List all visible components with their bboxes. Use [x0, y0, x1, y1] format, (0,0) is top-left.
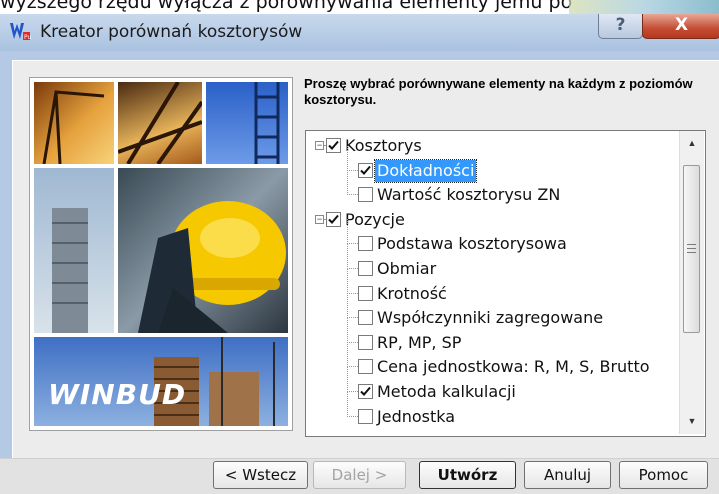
thumb-grip-line	[687, 244, 696, 245]
background-text: wyższego rzędu wyłącza z porównywania el…	[0, 0, 573, 13]
tree-connector	[347, 342, 358, 343]
tree-item-label: Podstawa kosztorysowa	[377, 234, 567, 253]
tree-connector	[347, 366, 358, 367]
window-title: Kreator porównań kosztorysów	[40, 22, 303, 42]
tree-connector	[347, 170, 348, 195]
tree-connector	[347, 269, 348, 294]
tree-connector	[347, 170, 358, 171]
back-button[interactable]: < Wstecz	[213, 461, 308, 489]
image-tile-crane-sunset	[34, 82, 114, 164]
image-tile-girders	[118, 82, 202, 164]
tree-connector	[347, 318, 348, 343]
tree-connector	[347, 342, 348, 367]
tree-item-label: Krotność	[377, 284, 447, 303]
tree-connector	[347, 367, 348, 392]
tree-item-label: Wartość kosztorysu ZN	[377, 185, 561, 204]
checked-checkbox[interactable]	[326, 212, 341, 227]
create-button[interactable]: Utwórz	[419, 461, 516, 489]
checkbox[interactable]	[358, 261, 373, 276]
next-button[interactable]: Dalej >	[313, 461, 406, 489]
checkbox[interactable]	[358, 286, 373, 301]
tree-connector	[347, 146, 348, 171]
tree-item-label: Jednostka	[377, 407, 456, 426]
tree-item-label: Współczynniki zagregowane	[377, 308, 604, 327]
winbud-logo: WINBUD	[48, 378, 187, 411]
tree-item[interactable]: RP, MP, SP	[306, 318, 676, 356]
tree-item[interactable]: − Pozycje	[306, 209, 676, 233]
collapse-icon[interactable]: −	[315, 141, 324, 150]
tree-view[interactable]: − Kosztorys Dokładności Wartość kosztorysu …	[305, 130, 706, 437]
tree-item-label: Pozycje	[345, 210, 405, 229]
checkmark-icon	[360, 386, 371, 396]
tree-item[interactable]: Podstawa kosztorysowa	[306, 219, 676, 257]
thumb-grip-line	[687, 252, 696, 253]
tree-item[interactable]: Dokładności	[306, 146, 676, 184]
tree-item[interactable]: Metoda kalkulacji	[306, 367, 676, 405]
tree-connector	[347, 391, 358, 392]
checkbox[interactable]	[358, 187, 373, 202]
collapse-icon[interactable]: −	[315, 215, 324, 224]
checkbox[interactable]	[358, 310, 373, 325]
cancel-button[interactable]: Anuluj	[524, 461, 611, 489]
scroll-down-button[interactable]: ▼	[680, 411, 704, 431]
checkmark-icon	[328, 140, 339, 150]
tree-item[interactable]: Wartość kosztorysu ZN	[306, 170, 676, 208]
thumb-grip-line	[687, 248, 696, 249]
tree-connector	[347, 194, 358, 195]
winbud-app-icon: Pu	[10, 23, 31, 41]
tree-connector	[347, 268, 358, 269]
title-close-button[interactable]: X	[642, 14, 719, 39]
title-bar[interactable]: Pu Kreator porównań kosztorysów ? X	[0, 14, 719, 52]
checkbox[interactable]	[358, 236, 373, 251]
tree-item-label: Cena jednostkowa: R, M, S, Brutto	[377, 357, 650, 376]
checked-checkbox[interactable]	[358, 384, 373, 399]
image-tile-hard-hat	[118, 168, 288, 333]
scroll-thumb[interactable]	[683, 165, 700, 333]
tree-item-label: Obmiar	[377, 259, 437, 278]
tree-item[interactable]: Współczynniki zagregowane	[306, 293, 676, 331]
checked-checkbox[interactable]	[326, 138, 341, 153]
title-help-button[interactable]: ?	[598, 14, 643, 39]
tree-connector	[347, 243, 358, 244]
svg-text:Pu: Pu	[24, 34, 31, 41]
tree-item[interactable]: Krotność	[306, 269, 676, 307]
tree-item-label: Metoda kalkulacji	[377, 382, 516, 401]
tree-item-label: RP, MP, SP	[377, 333, 462, 352]
tree-item-label: Kosztorys	[345, 136, 422, 155]
tree-item[interactable]: Obmiar	[306, 244, 676, 282]
tree-item[interactable]: Cena jednostkowa: R, M, S, Brutto	[306, 342, 676, 380]
tree-connector	[347, 317, 358, 318]
wizard-image: WINBUD	[29, 77, 293, 431]
vertical-scrollbar[interactable]: ▲ ▼	[679, 131, 704, 434]
image-tile-tower	[34, 168, 114, 333]
image-tile-blue-scaffold	[206, 82, 288, 164]
tree-connector	[347, 244, 348, 269]
checkmark-icon	[328, 214, 339, 224]
tree-item[interactable]: Jednostka	[306, 392, 676, 430]
scroll-up-button[interactable]: ▲	[680, 133, 704, 153]
help-button[interactable]: Pomoc	[619, 461, 708, 489]
tree-connector	[347, 293, 358, 294]
tree-connector	[347, 219, 348, 244]
checkbox[interactable]	[358, 409, 373, 424]
tree-connector	[347, 416, 358, 417]
wizard-prompt: Proszę wybrać porównywane elementy na ka…	[304, 76, 693, 107]
button-bar: < Wstecz Dalej > Utwórz Anuluj Pomoc	[0, 458, 719, 494]
checkbox[interactable]	[358, 335, 373, 350]
selected-tree-item-label: Dokładności	[373, 159, 478, 183]
tree-connector	[347, 392, 348, 417]
tree-item[interactable]: − Kosztorys	[306, 135, 676, 159]
checkmark-icon	[360, 165, 371, 175]
tree-connector	[347, 293, 348, 318]
checkbox[interactable]	[358, 359, 373, 374]
checked-checkbox[interactable]	[358, 163, 373, 178]
